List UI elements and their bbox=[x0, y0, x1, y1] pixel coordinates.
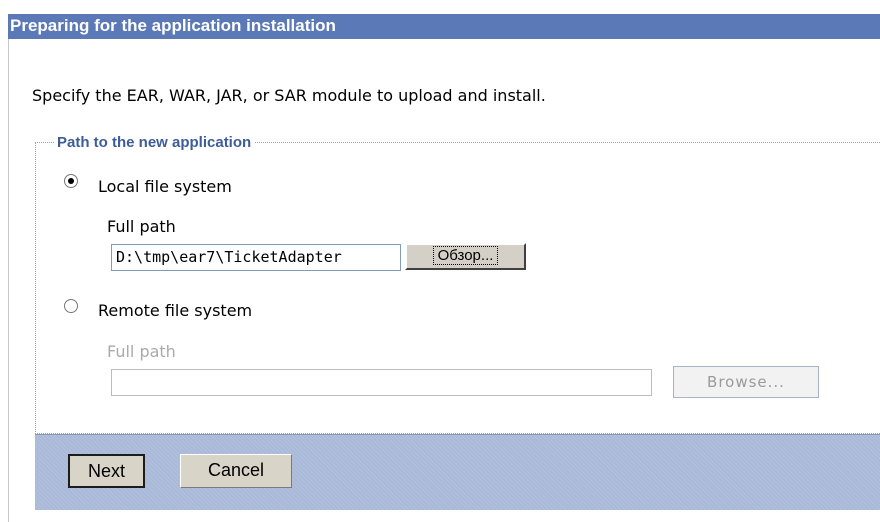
page-title: Preparing for the application installati… bbox=[10, 16, 336, 35]
path-fieldset-legend: Path to the new application bbox=[57, 134, 252, 151]
local-browse-button-label: Обзор... bbox=[432, 246, 499, 265]
local-file-system-label: Local file system bbox=[98, 177, 232, 196]
remote-file-system-label: Remote file system bbox=[98, 301, 253, 320]
local-path-input[interactable]: D:\tmp\ear7\TicketAdapter bbox=[111, 244, 401, 271]
local-full-path-label: Full path bbox=[107, 217, 176, 236]
button-bar bbox=[35, 434, 880, 510]
cancel-button[interactable]: Cancel bbox=[180, 454, 292, 488]
remote-file-system-radio[interactable] bbox=[64, 299, 78, 313]
instructions-text: Specify the EAR, WAR, JAR, or SAR module… bbox=[32, 86, 546, 105]
title-bar: Preparing for the application installati… bbox=[0, 0, 880, 40]
remote-browse-button[interactable]: Browse... bbox=[673, 366, 819, 398]
local-browse-button[interactable]: Обзор... bbox=[405, 243, 526, 270]
remote-full-path-label: Full path bbox=[107, 342, 176, 361]
remote-path-input[interactable] bbox=[111, 369, 652, 396]
left-border bbox=[8, 39, 9, 522]
next-button[interactable]: Next bbox=[68, 454, 145, 488]
local-file-system-radio[interactable] bbox=[64, 174, 78, 188]
